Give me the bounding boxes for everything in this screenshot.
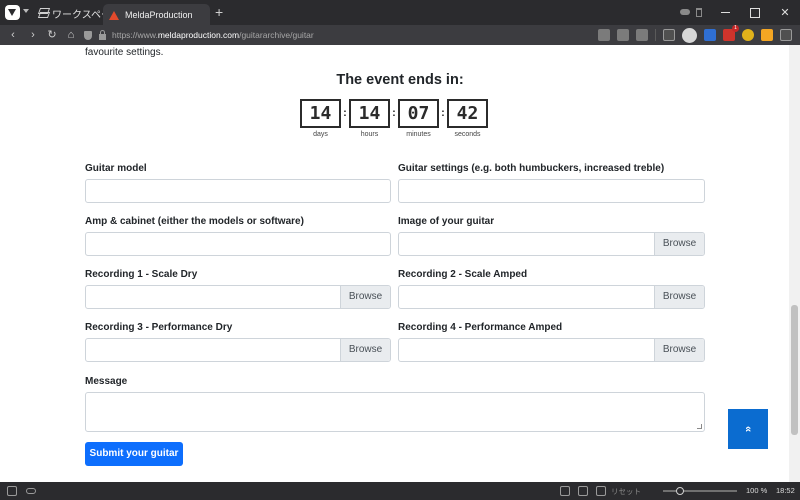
sync-status-icon[interactable] (26, 488, 36, 494)
melda-favicon-icon (109, 10, 119, 20)
countdown-separator: : (392, 107, 396, 119)
zoom-level: 100 % (746, 486, 768, 495)
maximize-button[interactable] (740, 0, 770, 25)
guitar-settings-label: Guitar settings (e.g. both humbuckers, i… (398, 163, 665, 174)
reader-icon[interactable] (617, 29, 629, 41)
guitar-model-label: Guitar model (85, 163, 147, 174)
guitar-image-file-input[interactable]: Browse (398, 232, 705, 256)
status-bar: リセット 100 % 18:52 (0, 482, 800, 500)
recording-4-label: Recording 4 - Performance Amped (398, 322, 563, 333)
countdown-days: 14 days (300, 99, 341, 138)
submit-guitar-button[interactable]: Submit your guitar (85, 442, 183, 466)
browse-button[interactable]: Browse (340, 286, 390, 308)
countdown-hours: 14 hours (349, 99, 390, 138)
countdown-title: The event ends in: (336, 72, 464, 88)
close-button[interactable]: ✕ (770, 0, 800, 25)
scroll-to-top-button[interactable]: « (728, 409, 768, 449)
reload-button[interactable]: ↻ (45, 28, 59, 42)
image-toggle-icon[interactable] (596, 486, 606, 496)
amp-cabinet-label: Amp & cabinet (either the models or soft… (85, 216, 304, 227)
countdown-label: seconds (454, 131, 481, 138)
countdown-timer: 14 days : 14 hours : 07 minutes : 42 sec… (300, 99, 488, 138)
chevron-up-icon: « (742, 425, 754, 433)
browse-button[interactable]: Browse (340, 339, 390, 361)
intro-text: favourite settings. (85, 47, 164, 58)
zoom-slider-handle[interactable] (676, 487, 684, 495)
minimize-button[interactable] (710, 0, 740, 25)
sync-cloud-icon[interactable] (680, 9, 690, 15)
recording-2-label: Recording 2 - Scale Amped (398, 269, 528, 280)
countdown-separator: : (441, 107, 445, 119)
browse-button[interactable]: Browse (654, 339, 704, 361)
recording-1-label: Recording 1 - Scale Dry (85, 269, 198, 280)
zoom-slider[interactable] (663, 490, 737, 492)
message-label: Message (85, 376, 128, 387)
star-ext-icon[interactable] (761, 29, 773, 41)
toolbar-icons: 1 (598, 25, 792, 43)
capture-icon[interactable] (560, 486, 570, 496)
workspace-icon (38, 8, 48, 18)
extensions-icon[interactable] (780, 29, 792, 41)
new-tab-button[interactable]: + (215, 5, 223, 19)
countdown-value: 14 (349, 99, 390, 128)
recording-2-file-input[interactable]: Browse (398, 285, 705, 309)
translate-ext-icon[interactable] (704, 29, 716, 41)
notification-badge: 1 (732, 25, 739, 32)
menu-caret-icon[interactable] (23, 9, 29, 13)
countdown-label: days (313, 131, 328, 138)
panel-icon[interactable] (663, 29, 675, 41)
forward-button[interactable]: › (26, 28, 40, 42)
countdown-seconds: 42 seconds (447, 99, 488, 138)
guitar-image-label: Image of your guitar (398, 216, 495, 227)
bookmark-icon[interactable] (636, 29, 648, 41)
browse-button[interactable]: Browse (654, 286, 704, 308)
page-content: favourite settings. The event ends in: 1… (0, 45, 789, 482)
tiling-icon[interactable] (578, 486, 588, 496)
recording-1-file-input[interactable]: Browse (85, 285, 391, 309)
url-host: meldaproduction.com (157, 30, 240, 40)
zoom-reset-button[interactable]: リセット (611, 486, 641, 497)
url-prefix: https://www. (112, 30, 158, 40)
shield-icon[interactable] (84, 30, 92, 40)
amp-cabinet-input[interactable] (85, 232, 391, 256)
home-button[interactable]: ⌂ (64, 28, 78, 42)
countdown-value: 14 (300, 99, 341, 128)
resize-handle-icon[interactable] (697, 424, 702, 429)
vivaldi-menu-icon[interactable] (5, 5, 20, 20)
countdown-minutes: 07 minutes (398, 99, 439, 138)
address-bar: ‹ › ↻ ⌂ https://www. meldaproduction.com /… (0, 25, 800, 45)
tab-title: MeldaProduction (125, 9, 193, 20)
message-textarea[interactable] (85, 392, 705, 432)
guitar-settings-input[interactable] (398, 179, 705, 203)
mail-ext-icon[interactable]: 1 (723, 25, 739, 41)
recording-4-file-input[interactable]: Browse (398, 338, 705, 362)
trash-icon[interactable] (696, 8, 702, 17)
recording-3-file-input[interactable]: Browse (85, 338, 391, 362)
scrollbar-thumb[interactable] (791, 305, 798, 435)
back-button[interactable]: ‹ (6, 28, 20, 42)
page-scrollbar[interactable] (789, 45, 800, 482)
panel-toggle-icon[interactable] (7, 486, 17, 496)
window-controls: ✕ (710, 0, 800, 25)
url-path: /guitararchive/guitar (239, 30, 314, 40)
url-field[interactable]: https://www. meldaproduction.com/guitarar… (84, 27, 654, 43)
recording-3-label: Recording 3 - Performance Dry (85, 322, 233, 333)
countdown-value: 42 (447, 99, 488, 128)
wallet-ext-icon[interactable] (742, 29, 754, 41)
tab-meldaproduction[interactable]: MeldaProduction (103, 4, 210, 25)
avatar[interactable] (682, 27, 697, 43)
translate-icon[interactable] (598, 29, 610, 41)
countdown-separator: : (343, 107, 347, 119)
countdown-label: hours (360, 131, 379, 138)
lock-icon[interactable] (99, 29, 106, 40)
clock: 18:52 (776, 486, 795, 495)
browse-button[interactable]: Browse (654, 233, 704, 255)
guitar-model-input[interactable] (85, 179, 391, 203)
tab-bar: ワークスペース MeldaProduction + ✕ (0, 0, 800, 25)
divider (655, 29, 656, 41)
countdown-value: 07 (398, 99, 439, 128)
countdown-label: minutes (406, 131, 431, 138)
